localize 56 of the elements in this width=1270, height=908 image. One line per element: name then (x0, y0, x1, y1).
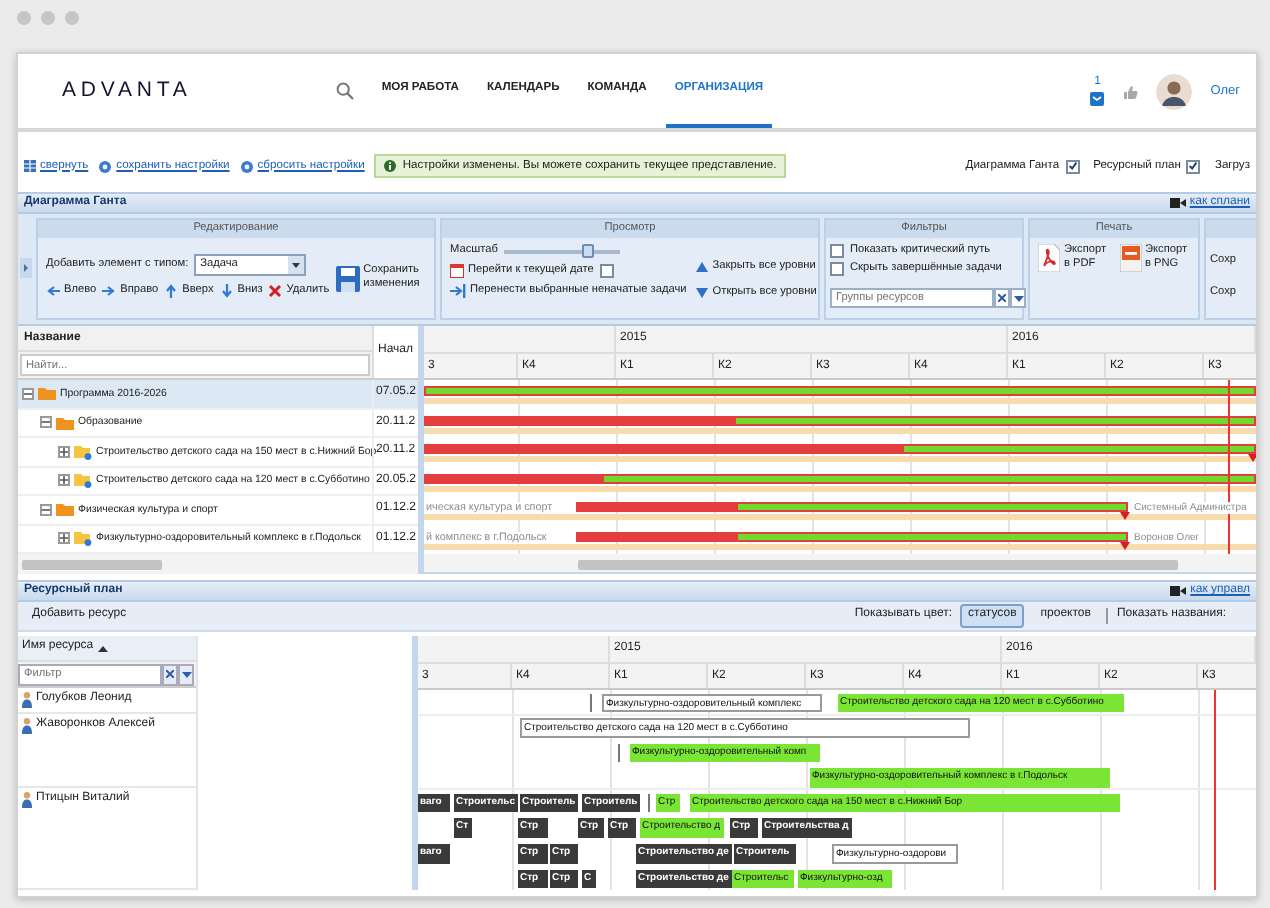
caret-icon (1013, 295, 1023, 301)
person-icon (22, 717, 32, 734)
right-arrow-icon (450, 284, 466, 298)
expand-toggle[interactable] (40, 503, 52, 516)
clear-button[interactable] (162, 663, 178, 685)
expand-toggle[interactable] (58, 474, 70, 487)
panel-checkbox[interactable] (1186, 159, 1201, 173)
scrollbar-thumb[interactable] (22, 559, 162, 569)
dropdown-button[interactable] (178, 663, 194, 685)
search-icon (335, 82, 354, 100)
caret-icon (181, 671, 191, 677)
scrollbar-thumb[interactable] (578, 559, 1178, 569)
checkbox[interactable] (830, 262, 844, 276)
window-dots-icon (16, 10, 80, 26)
sort-arrow-icon (97, 645, 108, 651)
folder-icon (74, 443, 92, 460)
tick-mark (648, 794, 650, 813)
expand-toggle[interactable] (58, 445, 70, 458)
mail-icon (1090, 92, 1105, 107)
info-icon (384, 160, 397, 172)
zoom-slider[interactable] (503, 244, 620, 258)
expand-toggle[interactable] (22, 387, 34, 400)
folder-icon (56, 502, 74, 517)
slider-thumb[interactable] (581, 244, 594, 258)
calendar-icon (450, 264, 464, 278)
folder-icon (74, 472, 92, 489)
logo: ADVANTA (62, 78, 192, 104)
tick-mark (590, 694, 592, 712)
right-arrow-icon (102, 284, 117, 298)
close-icon (166, 670, 174, 678)
folder-icon (74, 530, 92, 547)
pdf-file-icon (1038, 244, 1060, 272)
thumbs-up-icon (1122, 83, 1139, 99)
left-arrow-icon (46, 284, 60, 298)
close-icon (998, 294, 1006, 302)
up-arrow-icon (164, 284, 179, 298)
close-icon (268, 284, 283, 298)
image-file-icon (1119, 244, 1141, 272)
down-triangle-icon (696, 287, 709, 298)
dropdown-button[interactable] (1010, 288, 1026, 308)
up-triangle-icon (696, 261, 709, 272)
person-icon (22, 792, 32, 809)
checkbox[interactable] (830, 244, 844, 258)
expand-toggle[interactable] (58, 532, 70, 545)
grid-icon (24, 159, 36, 172)
tick-mark (618, 744, 620, 763)
video-camera-icon (1170, 584, 1187, 598)
person-icon (22, 692, 32, 708)
down-arrow-icon (219, 284, 234, 298)
clear-button[interactable] (994, 288, 1010, 308)
video-camera-icon (1169, 196, 1186, 210)
panel-checkbox[interactable] (1065, 159, 1080, 173)
checkbox[interactable] (599, 264, 614, 278)
expand-toggle[interactable] (40, 416, 52, 429)
expand-handle-icon (20, 258, 32, 278)
avatar (1156, 73, 1193, 109)
